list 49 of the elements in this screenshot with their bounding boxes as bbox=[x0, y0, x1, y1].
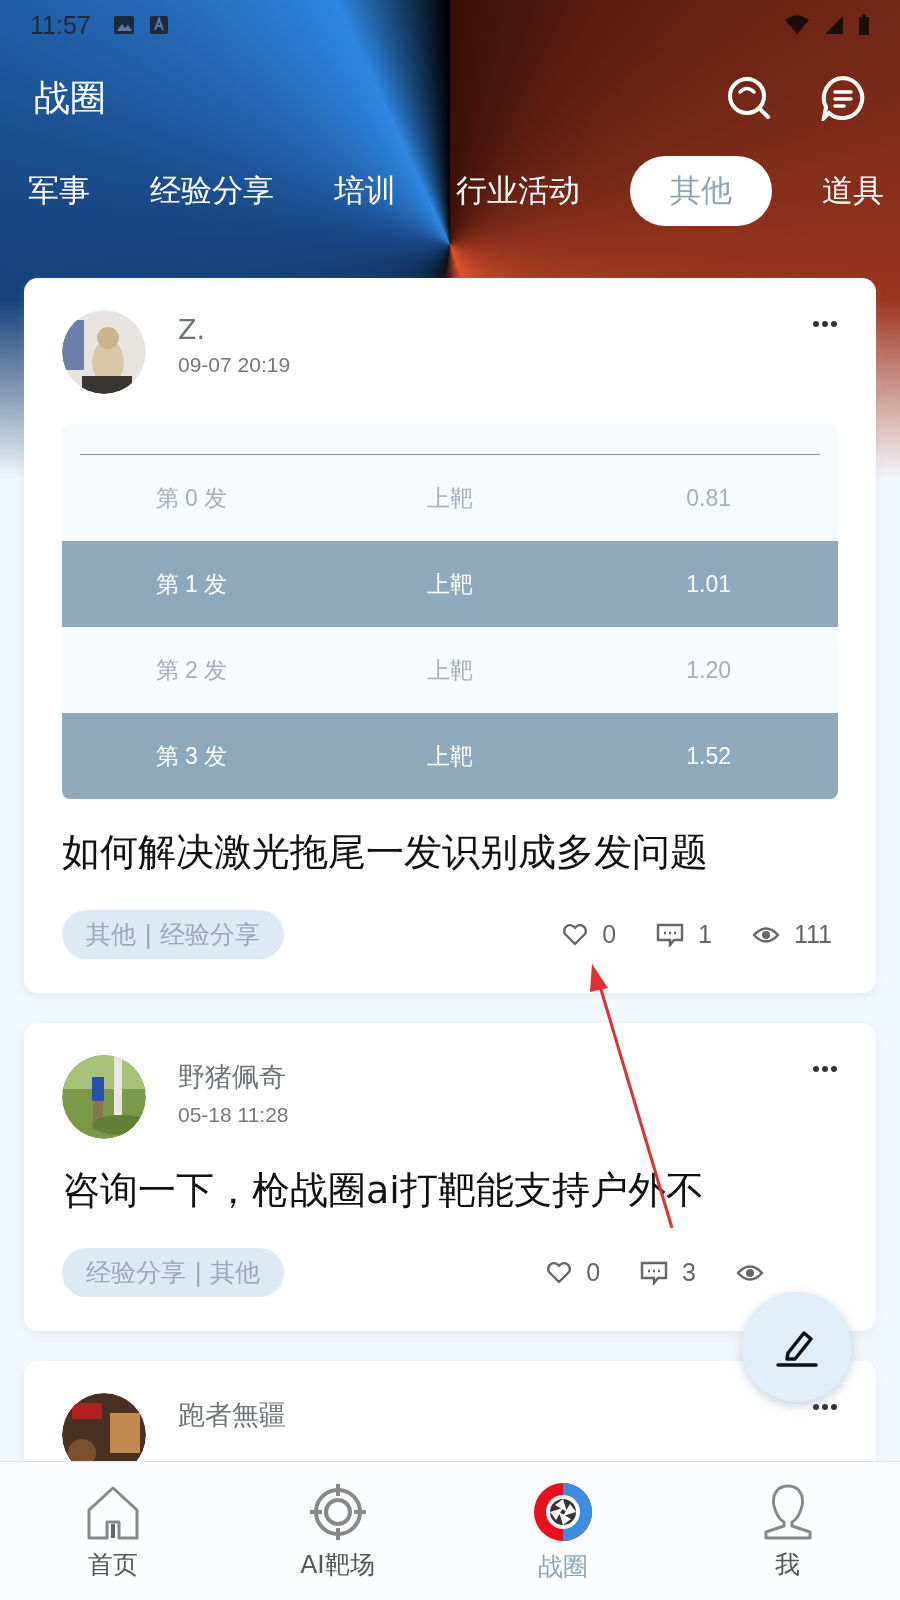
more-icon[interactable] bbox=[812, 1403, 838, 1411]
table-cell-text: 上靶 bbox=[426, 569, 474, 599]
author-name[interactable]: Z. bbox=[178, 314, 780, 345]
comment-count: 1 bbox=[698, 920, 712, 949]
table-cell-text: 1.52 bbox=[685, 742, 733, 770]
crosshair-icon bbox=[307, 1481, 368, 1542]
nav-item[interactable]: 我 bbox=[675, 1462, 900, 1600]
post-title[interactable]: 如何解决激光拖尾一发识别成多发问题 bbox=[62, 827, 838, 878]
table-cell-text: 第 1 发 bbox=[154, 569, 229, 599]
category-tab[interactable]: 军事 bbox=[18, 158, 100, 224]
nav-item[interactable]: 首页 bbox=[0, 1462, 225, 1600]
table-cell-text: 上靶 bbox=[426, 741, 474, 771]
comment-icon[interactable] bbox=[656, 922, 685, 947]
comment-icon[interactable] bbox=[640, 1260, 669, 1285]
view-count: 111 bbox=[794, 920, 832, 949]
post-time: 05-18 11:28 bbox=[178, 1103, 290, 1127]
table-cell-text: 上靶 bbox=[426, 483, 474, 513]
heart-icon[interactable] bbox=[562, 922, 589, 947]
like-count: 0 bbox=[602, 920, 617, 949]
eye-icon bbox=[752, 924, 780, 945]
comment-count: 3 bbox=[682, 1258, 696, 1287]
table-cell-text: 第 0 发 bbox=[154, 483, 229, 513]
eye-icon bbox=[736, 1262, 764, 1283]
image-icon bbox=[112, 15, 135, 35]
table-cell-text: 第 2 发 bbox=[154, 655, 229, 685]
heart-icon[interactable] bbox=[546, 1260, 573, 1285]
message-icon[interactable] bbox=[820, 75, 866, 121]
more-icon[interactable] bbox=[812, 320, 838, 328]
category-tab[interactable]: 培训 bbox=[324, 158, 406, 224]
more-icon[interactable] bbox=[812, 1065, 838, 1073]
nav-item[interactable]: AI靶场 bbox=[225, 1462, 450, 1600]
category-tab[interactable]: 道具 bbox=[812, 158, 894, 224]
table-cell-text: 1.01 bbox=[685, 570, 733, 598]
signal-icon bbox=[824, 15, 844, 35]
like-count: 0 bbox=[586, 1258, 601, 1287]
category-tab[interactable]: 经验分享 bbox=[140, 158, 284, 224]
table-cell-text: 0.81 bbox=[685, 484, 733, 512]
page-title: 战圈 bbox=[34, 75, 106, 120]
author-name[interactable]: 野猪佩奇 bbox=[178, 1059, 780, 1095]
status-time: 11:57 bbox=[30, 10, 91, 40]
battery-icon bbox=[858, 14, 870, 36]
search-icon[interactable] bbox=[726, 75, 772, 121]
table-cell-text: 1.20 bbox=[685, 656, 733, 684]
table-cell-text: 第 3 发 bbox=[154, 741, 229, 771]
category-tab[interactable]: 行业活动 bbox=[446, 158, 590, 224]
post-time: 09-07 20:19 bbox=[178, 353, 292, 377]
author-name[interactable]: 跑者無疆 bbox=[178, 1397, 780, 1433]
wifi-icon bbox=[784, 15, 810, 35]
table-cell-text: 上靶 bbox=[426, 655, 474, 685]
